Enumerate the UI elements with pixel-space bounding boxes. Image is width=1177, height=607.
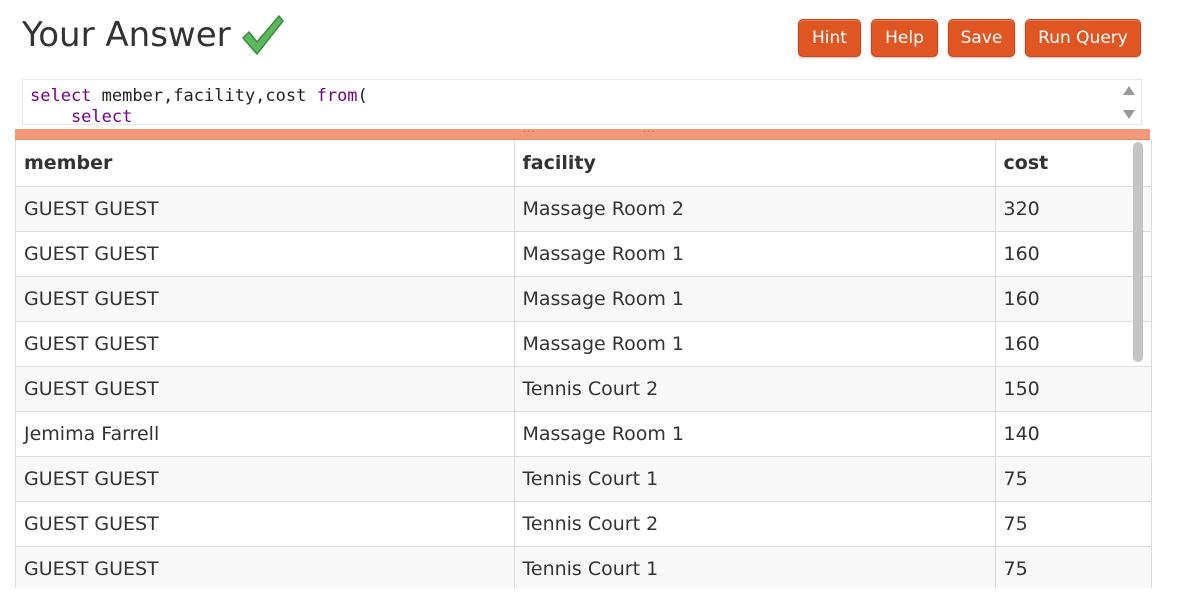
table-row: GUEST GUEST Tennis Court 1 75	[16, 546, 1151, 588]
table-cell-member: GUEST GUEST	[16, 276, 515, 322]
table-cell-member: Jemima Farrell	[16, 411, 515, 457]
table-cell-facility: Tennis Court 1	[514, 546, 996, 588]
table-cell-facility: Massage Room 1	[514, 321, 996, 367]
grip-right-icon[interactable]: ···	[643, 128, 656, 138]
results-table: member facility cost GUEST GUEST Massage Ro…	[16, 140, 1151, 588]
table-row: GUEST GUEST Tennis Court 2 150	[16, 366, 1151, 412]
column-header-member: member	[16, 140, 515, 187]
table-cell-facility: Tennis Court 2	[514, 501, 996, 547]
table-cell-facility: Massage Room 1	[514, 231, 996, 277]
table-cell-facility: Massage Room 1	[514, 411, 996, 457]
save-button[interactable]: Save	[948, 19, 1015, 57]
table-cell-cost: 160	[995, 321, 1151, 367]
sql-keyword: select	[30, 86, 92, 106]
table-cell-cost: 150	[995, 366, 1151, 412]
sql-text: (	[357, 86, 368, 106]
table-cell-member: GUEST GUEST	[16, 546, 515, 588]
table-cell-cost: 140	[995, 411, 1151, 457]
editor-scroll-down-icon[interactable]	[1123, 110, 1135, 119]
checkmark-icon	[241, 15, 284, 55]
table-cell-member: GUEST GUEST	[16, 501, 515, 547]
table-cell-member: GUEST GUEST	[16, 321, 515, 367]
table-cell-facility: Tennis Court 1	[514, 456, 996, 502]
sql-keyword: from	[316, 86, 358, 106]
table-cell-member: GUEST GUEST	[16, 231, 515, 277]
sql-keyword: select	[30, 107, 133, 125]
table-cell-cost: 160	[995, 276, 1151, 322]
table-cell-facility: Tennis Court 2	[514, 366, 996, 412]
table-header-row: member facility cost	[16, 140, 1151, 187]
table-row: GUEST GUEST Tennis Court 2 75	[16, 501, 1151, 547]
table-row: GUEST GUEST Massage Room 1 160	[16, 231, 1151, 277]
sql-code[interactable]: select member,facility,cost from( select	[30, 86, 368, 125]
column-header-facility: facility	[514, 140, 996, 187]
table-cell-cost: 160	[995, 231, 1151, 277]
table-cell-member: GUEST GUEST	[16, 366, 515, 412]
table-cell-member: GUEST GUEST	[16, 456, 515, 502]
page-title-text: Your Answer	[22, 15, 231, 55]
table-cell-member: GUEST GUEST	[16, 186, 515, 232]
table-cell-facility: Massage Room 2	[514, 186, 996, 232]
table-row: Jemima Farrell Massage Room 1 140	[16, 411, 1151, 457]
table-row: GUEST GUEST Massage Room 2 320	[16, 186, 1151, 232]
resize-divider[interactable]: ··· ···	[15, 128, 1150, 140]
results-scrollbar[interactable]	[1133, 142, 1143, 362]
table-row: GUEST GUEST Tennis Court 1 75	[16, 456, 1151, 502]
results-panel: member facility cost GUEST GUEST Massage Ro…	[15, 140, 1152, 588]
table-cell-cost: 75	[995, 456, 1151, 502]
grip-left-icon[interactable]: ···	[523, 128, 536, 138]
run-query-button[interactable]: Run Query	[1025, 19, 1141, 57]
editor-scroll-up-icon[interactable]	[1123, 86, 1135, 95]
sql-text: member,facility,cost	[91, 86, 317, 106]
page-title: Your Answer	[22, 12, 285, 58]
table-row: GUEST GUEST Massage Room 1 160	[16, 321, 1151, 367]
table-row: GUEST GUEST Massage Room 1 160	[16, 276, 1151, 322]
table-cell-facility: Massage Room 1	[514, 276, 996, 322]
sql-editor[interactable]: select member,facility,cost from( select	[22, 79, 1142, 125]
table-cell-cost: 75	[995, 501, 1151, 547]
hint-button[interactable]: Hint	[798, 19, 861, 57]
table-cell-cost: 75	[995, 546, 1151, 588]
help-button[interactable]: Help	[871, 19, 938, 57]
table-cell-cost: 320	[995, 186, 1151, 232]
column-header-cost: cost	[995, 140, 1151, 187]
